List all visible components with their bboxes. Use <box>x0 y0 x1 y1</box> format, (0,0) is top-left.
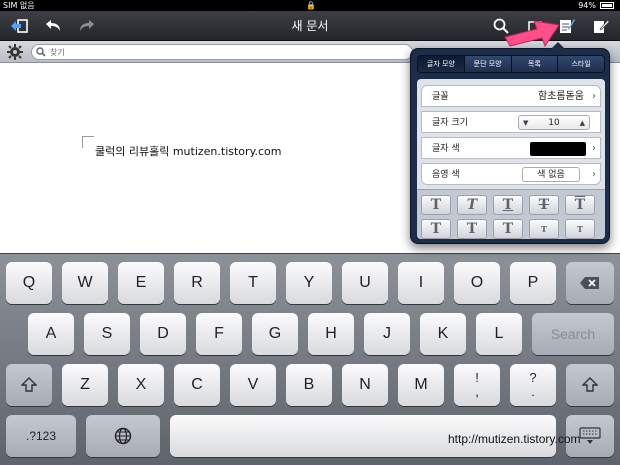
search-key[interactable]: Search <box>532 313 614 355</box>
status-right: 94% <box>578 0 614 11</box>
text-color-row[interactable]: 글자 색 › <box>421 137 601 159</box>
style-button-engrave[interactable]: T <box>493 219 523 239</box>
chevron-right-icon: › <box>592 143 596 154</box>
key-y[interactable]: Y <box>286 262 332 304</box>
globe-icon <box>114 427 132 445</box>
style-button-shadow[interactable]: T <box>421 219 451 239</box>
key-b[interactable]: B <box>286 364 332 406</box>
shift-icon <box>582 377 598 392</box>
battery-percent: 94% <box>578 1 596 10</box>
tab-style[interactable]: 스타일 <box>558 56 604 72</box>
tab-char-shape[interactable]: 글자 모양 <box>418 56 465 72</box>
key-u[interactable]: U <box>342 262 388 304</box>
font-row[interactable]: 글꼴 함초롬돋움 › <box>421 85 601 107</box>
key-z[interactable]: Z <box>62 364 108 406</box>
key-q[interactable]: Q <box>6 262 52 304</box>
keyboard-hide-icon <box>579 427 601 444</box>
numbers-key[interactable]: .?123 <box>6 415 76 457</box>
key-r[interactable]: R <box>174 262 220 304</box>
key-question-label: ? <box>529 370 537 385</box>
key-j[interactable]: J <box>364 313 410 355</box>
find-input[interactable] <box>50 46 390 58</box>
size-stepper[interactable]: ▼ 10 ▲ <box>518 115 590 130</box>
document-text[interactable]: 쿨럭의 리뷰홀릭 mutizen.tistory.com <box>95 143 282 159</box>
find-field[interactable] <box>31 44 413 60</box>
key-d[interactable]: D <box>140 313 186 355</box>
tools-icon[interactable] <box>590 15 612 37</box>
style-button-italic[interactable]: T <box>457 195 487 215</box>
key-exclaim-label: ! <box>475 370 479 385</box>
key-f[interactable]: F <box>196 313 242 355</box>
text-style-buttons: T T T T T T T T T T <box>417 189 605 239</box>
style-button-strikethrough[interactable]: T <box>529 195 559 215</box>
key-w[interactable]: W <box>62 262 108 304</box>
key-c[interactable]: C <box>174 364 220 406</box>
search-icon <box>36 47 46 57</box>
format-tabs: 글자 모양 문단 모양 목록 스타일 <box>417 55 605 73</box>
style-button-emboss[interactable]: T <box>457 219 487 239</box>
font-value: 함초롬돋움 <box>538 91 584 102</box>
chevron-right-icon: › <box>592 169 596 180</box>
shift-key-left[interactable] <box>6 364 52 406</box>
key-i[interactable]: I <box>398 262 444 304</box>
lock-icon: 🔒 <box>306 1 316 10</box>
key-l[interactable]: L <box>476 313 522 355</box>
chevron-right-icon: › <box>592 91 596 102</box>
hide-keyboard-key[interactable] <box>566 415 614 457</box>
shade-color-value: 색 없음 <box>522 167 580 182</box>
char-shape-panel: 글꼴 함초롬돋움 › 글자 크기 ▼ 10 ▲ 글자 색 › 음영 색 색 없음 <box>417 79 605 239</box>
onscreen-keyboard: Q W E R T Y U I O P A S D F G H J K L Se… <box>0 253 620 465</box>
key-k[interactable]: K <box>420 313 466 355</box>
style-button-subscript[interactable]: T <box>565 219 595 239</box>
shift-icon <box>21 377 37 392</box>
tab-paragraph-shape[interactable]: 문단 모양 <box>464 56 512 72</box>
battery-icon <box>600 2 614 9</box>
key-question-period[interactable]: ? . <box>510 364 556 406</box>
tab-list[interactable]: 목록 <box>511 56 559 72</box>
key-g[interactable]: G <box>252 313 298 355</box>
backspace-icon <box>580 277 599 289</box>
carrier-label: SIM 없음 <box>3 1 35 10</box>
globe-key[interactable] <box>86 415 160 457</box>
increase-icon[interactable]: ▲ <box>580 116 585 130</box>
key-t[interactable]: T <box>230 262 276 304</box>
space-key[interactable] <box>170 415 556 457</box>
status-bar: SIM 없음 🔒 94% <box>0 0 620 11</box>
paragraph-corner-mark <box>82 136 94 148</box>
pointer-arrow-icon <box>504 20 560 47</box>
text-color-swatch <box>530 142 586 156</box>
backspace-key[interactable] <box>566 262 614 304</box>
font-label: 글꼴 <box>432 92 449 102</box>
size-label: 글자 크기 <box>432 118 468 128</box>
style-button-bold[interactable]: T <box>421 195 451 215</box>
shade-color-label: 음영 색 <box>432 170 460 180</box>
ipad-screen: { "status_bar": { "carrier": "SIM 없음", "… <box>0 0 620 465</box>
shade-color-row[interactable]: 음영 색 색 없음 › <box>421 163 601 185</box>
style-button-underline[interactable]: T <box>493 195 523 215</box>
format-popover: 글자 모양 문단 모양 목록 스타일 글꼴 함초롬돋움 › 글자 크기 ▼ 10… <box>410 42 610 244</box>
key-period-label: . <box>531 384 535 399</box>
key-exclaim-comma[interactable]: ! , <box>454 364 500 406</box>
key-o[interactable]: O <box>454 262 500 304</box>
key-x[interactable]: X <box>118 364 164 406</box>
size-row: 글자 크기 ▼ 10 ▲ <box>421 111 601 133</box>
gear-icon[interactable] <box>7 44 23 60</box>
style-button-superscript[interactable]: T <box>529 219 559 239</box>
key-a[interactable]: A <box>28 313 74 355</box>
key-h[interactable]: H <box>308 313 354 355</box>
size-value: 10 <box>548 118 560 128</box>
key-p[interactable]: P <box>510 262 556 304</box>
key-v[interactable]: V <box>230 364 276 406</box>
key-comma-label: , <box>475 384 479 399</box>
key-e[interactable]: E <box>118 262 164 304</box>
text-color-label: 글자 색 <box>432 144 460 154</box>
shift-key-right[interactable] <box>566 364 614 406</box>
key-m[interactable]: M <box>398 364 444 406</box>
key-n[interactable]: N <box>342 364 388 406</box>
style-button-outline[interactable]: T <box>565 195 595 215</box>
key-s[interactable]: S <box>84 313 130 355</box>
